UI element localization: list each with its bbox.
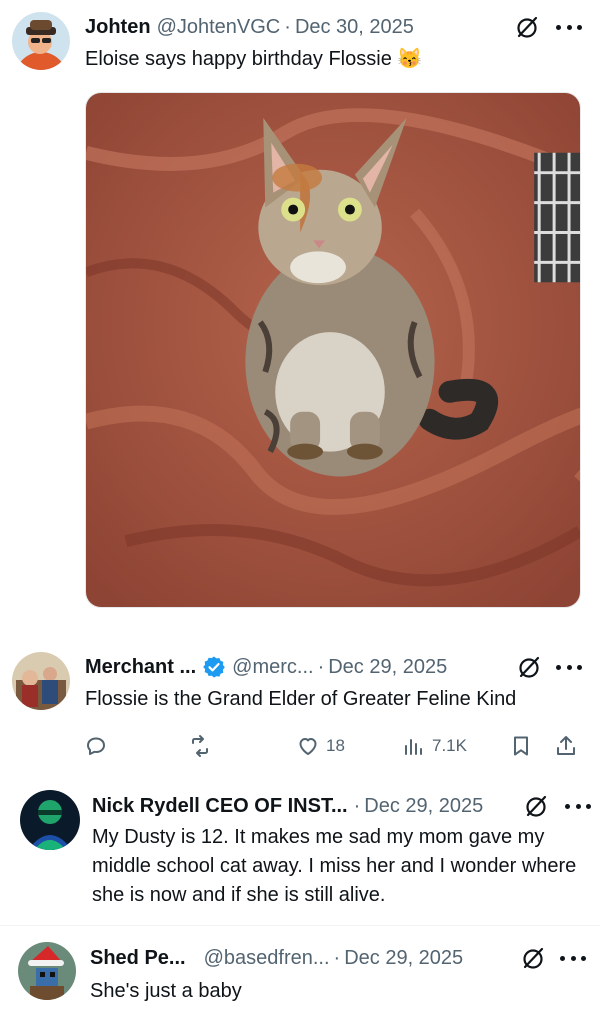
more-options-icon[interactable] <box>556 655 582 679</box>
more-options-icon[interactable] <box>565 794 591 818</box>
post-header: Johten @JohtenVGC · Dec 30, 2025 <box>85 15 414 39</box>
post-text: Flossie is the Grand Elder of Greater Fe… <box>85 688 517 710</box>
avatar-neon-portrait-icon <box>20 790 80 850</box>
separator-dot: · <box>333 947 341 969</box>
avatar[interactable] <box>12 652 70 710</box>
reply-icon <box>87 737 105 755</box>
post-shed: Shed Pe... @basedfren... · Dec 29, 2025 … <box>0 926 600 1011</box>
bookmark-icon <box>514 736 528 756</box>
avatar[interactable] <box>20 790 80 850</box>
post-date[interactable]: Dec 29, 2025 <box>344 946 463 970</box>
post-johten: Johten @JohtenVGC · Dec 30, 2025 Eloise … <box>0 0 600 620</box>
post-date[interactable]: Dec 29, 2025 <box>328 655 447 679</box>
post-header: Merchant ... @merc... · Dec 29, 2025 <box>85 655 447 679</box>
separator-dot: · <box>317 656 325 678</box>
heart-icon <box>299 738 317 755</box>
views-button[interactable]: 7.1K <box>402 730 467 762</box>
views-chart-icon <box>405 739 422 755</box>
bookmark-button[interactable] <box>509 730 533 762</box>
user-handle[interactable]: @JohtenVGC <box>157 15 281 39</box>
like-button[interactable]: 18 <box>296 730 345 762</box>
post-text: She's just a baby <box>90 980 242 1002</box>
display-name[interactable]: Shed Pe... <box>90 946 186 970</box>
share-button[interactable] <box>554 730 578 762</box>
avatar[interactable] <box>18 942 76 1000</box>
display-name[interactable]: Merchant ... <box>85 655 196 679</box>
hide-reply-icon[interactable] <box>523 794 549 820</box>
post-header: Shed Pe... @basedfren... · Dec 29, 2025 <box>90 946 463 970</box>
display-name[interactable]: Nick Rydell CEO OF INST... <box>92 794 348 818</box>
user-handle[interactable]: @merc... <box>232 655 313 679</box>
post-nick-rydell: Nick Rydell CEO OF INST... · Dec 29, 202… <box>0 780 600 925</box>
display-name[interactable]: Johten <box>85 15 151 39</box>
hide-reply-icon[interactable] <box>516 655 542 681</box>
post-date[interactable]: Dec 29, 2025 <box>364 794 483 818</box>
hide-reply-icon[interactable] <box>520 946 546 972</box>
avatar[interactable] <box>12 12 70 70</box>
more-options-icon[interactable] <box>556 15 582 39</box>
post-text: My Dusty is 12. It makes me sad my mom g… <box>92 826 577 906</box>
hide-reply-icon[interactable] <box>514 15 540 41</box>
avatar-santa-pixel-icon <box>18 942 76 1000</box>
share-icon <box>557 736 575 755</box>
post-date[interactable]: Dec 30, 2025 <box>295 15 414 39</box>
post-header: Nick Rydell CEO OF INST... · Dec 29, 202… <box>92 794 483 818</box>
user-handle[interactable]: @basedfren... <box>204 946 330 970</box>
views-count: 7.1K <box>432 736 467 755</box>
repost-icon <box>192 735 208 757</box>
post-image-cat[interactable] <box>85 92 581 608</box>
separator-dot: · <box>353 795 361 817</box>
separator-dot: · <box>284 16 291 38</box>
reply-button[interactable] <box>84 730 108 762</box>
like-count: 18 <box>326 736 345 755</box>
avatar-cartoon-icon <box>12 12 70 70</box>
post-text: Eloise says happy birthday Flossie 😽 <box>85 48 423 70</box>
post-actions-bar: 18 7.1K <box>84 730 584 762</box>
avatar-painting-icon <box>12 652 70 710</box>
verified-badge-icon <box>202 655 226 679</box>
more-options-icon[interactable] <box>560 946 586 970</box>
cat-photo-illustration <box>86 93 580 607</box>
repost-button[interactable] <box>188 730 212 762</box>
